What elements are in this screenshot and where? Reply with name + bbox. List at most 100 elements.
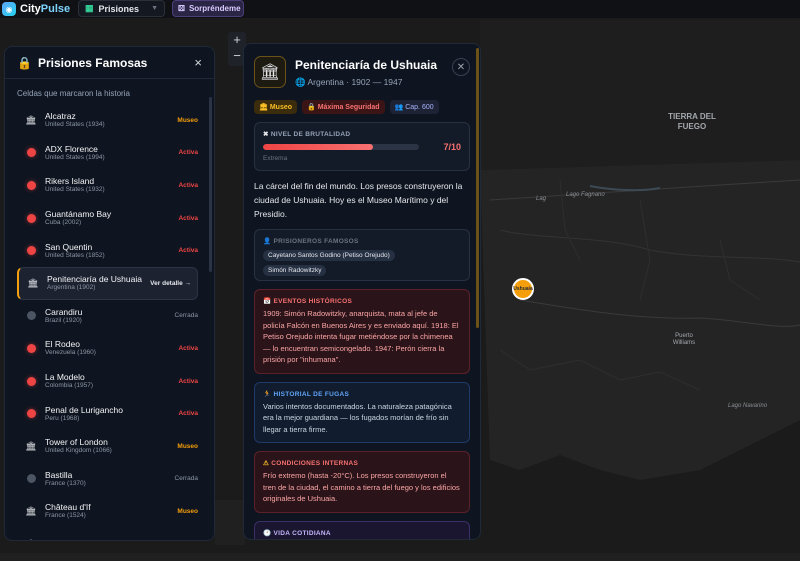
- os-taskbar: [0, 553, 800, 561]
- detail-close-button[interactable]: ✕: [452, 58, 470, 76]
- prison-status: Activa: [178, 214, 198, 222]
- prison-meta: Cuba (2002): [45, 219, 82, 227]
- prison-name: Bastilla: [45, 469, 73, 480]
- prison-name: La Modelo: [45, 372, 85, 383]
- prison-name: ADX Florence: [45, 143, 98, 154]
- prison-name: Penal de Lurigancho: [45, 404, 123, 415]
- top-bar: ◉ CityPulse ▦ Prisiones ▼ ⚄ Sorpréndeme: [0, 0, 800, 18]
- prison-list: 🏛 Alcatraz United States (1934) Museo ADX Fl…: [5, 104, 214, 540]
- badge-row: 🏛 Museo 🔒 Máxima Seguridad 👥 Cap. 600: [244, 88, 480, 114]
- prison-list-item[interactable]: 🏛 Alcatraz United States (1934) Museo: [5, 104, 214, 137]
- events-label: 📅 EVENTOS HISTÓRICOS: [263, 298, 353, 305]
- conditions-text: Frío extremo (hasta -20°C). Los presos c…: [263, 471, 460, 503]
- prisoner-chip: Simón Radowitzky: [263, 265, 327, 276]
- building-icon: 🏛: [254, 56, 286, 88]
- detail-scrollbar[interactable]: [476, 48, 479, 328]
- prison-status: Activa: [178, 344, 198, 352]
- status-dot-icon: [25, 179, 37, 191]
- building-icon: 🏛: [25, 440, 37, 451]
- grid-icon: ▦: [85, 3, 94, 13]
- panel-title: Prisiones Famosas: [37, 55, 148, 70]
- prison-list-item[interactable]: ADX Florence United States (1994) Activa: [5, 137, 214, 170]
- surprise-button[interactable]: ⚄ Sorpréndeme: [172, 0, 244, 17]
- escapes-card: 🏃 HISTORIAL DE FUGAS Varios intentos doc…: [254, 381, 470, 443]
- prison-list-item[interactable]: Carandiru Brazil (1920) Cerrada: [5, 300, 214, 333]
- detail-meta: 🌐 Argentina · 1902 — 1947: [295, 77, 403, 87]
- prisoner-chip: Cayetano Santos Godino (Petiso Orejudo): [263, 250, 395, 261]
- prison-status: Museo: [177, 442, 198, 450]
- map-label-puerto-williams: Puerto Williams: [672, 333, 696, 346]
- person-icon: 👤: [263, 238, 272, 245]
- status-dot-icon: [25, 212, 37, 224]
- status-dot-icon: [25, 147, 37, 159]
- prison-list-item[interactable]: 🏛 Penitenciaría de Ushuaia Argentina (1902…: [17, 266, 198, 300]
- app-name: CityPulse: [20, 3, 71, 15]
- daily-life-card: 🕐 VIDA COTIDIANA: [254, 520, 470, 539]
- prison-list-item[interactable]: Rikers Island United States (1932) Activa: [5, 169, 214, 202]
- building-icon: 🏛: [25, 114, 37, 125]
- prison-list-item[interactable]: 🏛 Château d'If France (1524) Museo: [5, 495, 214, 528]
- map-marker-ushuaia[interactable]: Ushuaia: [512, 278, 534, 300]
- calendar-icon: 📅: [263, 298, 272, 305]
- running-icon: 🏃: [263, 390, 272, 398]
- status-dot-icon: [25, 473, 37, 485]
- dice-icon: ⚄: [178, 4, 185, 13]
- status-dot-icon: [25, 310, 37, 322]
- prison-list-item[interactable]: Penal de Lurigancho Peru (1968) Activa: [5, 397, 214, 430]
- clock-icon: 🕐: [263, 529, 272, 537]
- prison-meta: Colombia (1957): [45, 382, 94, 390]
- zoom-in-button[interactable]: +: [228, 32, 246, 48]
- badge-capacity: 👥 Cap. 600: [389, 100, 439, 114]
- conditions-label: ⚠ CONDICIONES INTERNAS: [263, 460, 359, 467]
- prison-status: Activa: [178, 149, 198, 157]
- scrollbar[interactable]: [209, 97, 212, 272]
- detail-header: 🏛 Penitenciaría de Ushuaia 🌐 Argentina ·…: [244, 44, 480, 88]
- app-logo[interactable]: ◉ CityPulse: [0, 0, 70, 18]
- prison-list-item[interactable]: 🏛 Tower of London United Kingdom (1066) Mus…: [5, 430, 214, 463]
- prison-status: Museo: [177, 507, 198, 515]
- prison-list-item[interactable]: Guantánamo Bay Cuba (2002) Activa: [5, 202, 214, 235]
- close-icon[interactable]: ×: [194, 55, 202, 70]
- prison-meta: France (1370): [45, 479, 86, 487]
- brutality-label: ✖ NIVEL DE BRUTALIDAD: [263, 131, 351, 138]
- map-label-tierra-del-fuego: TIERRA DEL FUEGO: [668, 112, 716, 131]
- brutality-score: 7/10: [443, 142, 461, 152]
- category-select-value: Prisiones: [98, 3, 140, 14]
- prison-status: Activa: [178, 410, 198, 418]
- prison-meta: Peru (1968): [45, 414, 80, 422]
- prison-name: Rikers Island: [45, 176, 95, 187]
- detail-description: La cárcel del fin del mundo. Los presos …: [254, 181, 463, 219]
- prison-list-item[interactable]: Bastilla France (1370) Cerrada: [5, 463, 214, 496]
- prison-name: Alcatraz: [45, 111, 76, 122]
- category-select[interactable]: ▦ Prisiones ▼: [78, 0, 165, 17]
- prison-meta: United States (1994): [45, 153, 105, 161]
- prison-name: Carandiru: [45, 306, 83, 317]
- prison-list-item[interactable]: El Rodeo Venezuela (1960) Activa: [5, 332, 214, 365]
- map-label-lago-navarino: Lago Navarino: [728, 403, 768, 409]
- map-label-lago-fagnano: Lago Fagnano: [566, 192, 605, 198]
- prison-status[interactable]: Ver detalle →: [150, 280, 191, 287]
- prisoners-label: 👤 PRISIONEROS FAMOSOS: [263, 238, 359, 245]
- prisoners-card: 👤 PRISIONEROS FAMOSOS Cayetano Santos Go…: [254, 229, 470, 281]
- lock-icon: 🔒: [17, 55, 32, 70]
- panel-header: 🔒 Prisiones Famosas ×: [5, 47, 214, 79]
- globe-icon: 🌐: [295, 77, 306, 87]
- prison-name: Château d'If: [45, 502, 91, 513]
- status-dot-icon: [25, 342, 37, 354]
- badge-security: 🔒 Máxima Seguridad: [302, 100, 385, 114]
- prison-list-item[interactable]: La Modelo Colombia (1957) Activa: [5, 365, 214, 398]
- prison-list-item[interactable]: 🏛 Robben Island: [5, 528, 214, 540]
- prison-detail-panel: 🏛 Penitenciaría de Ushuaia 🌐 Argentina ·…: [243, 43, 481, 540]
- prison-list-panel: 🔒 Prisiones Famosas × Celdas que marcaro…: [4, 46, 215, 541]
- map-label-lag: Lag: [536, 196, 547, 202]
- prison-status: Museo: [177, 116, 198, 124]
- brutality-bar-fill: [263, 144, 373, 150]
- prison-status: Cerrada: [174, 475, 198, 483]
- prison-list-item[interactable]: San Quentin United States (1852) Activa: [5, 234, 214, 267]
- escapes-label: 🏃 HISTORIAL DE FUGAS: [263, 390, 350, 398]
- prison-meta: United States (1934): [45, 121, 105, 129]
- prison-meta: United States (1932): [45, 186, 105, 194]
- prison-status: Activa: [178, 377, 198, 385]
- prison-status: Activa: [178, 247, 198, 255]
- daily-life-label: 🕐 VIDA COTIDIANA: [263, 529, 331, 537]
